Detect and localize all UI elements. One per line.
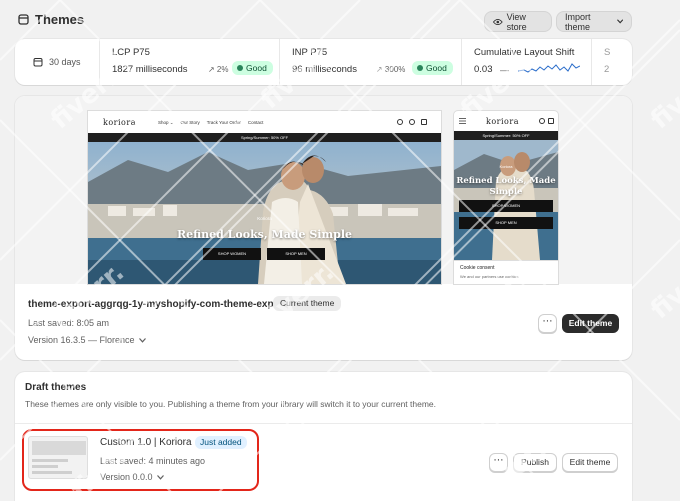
metric-cls: Cumulative Layout Shift 0.03 — [462, 39, 592, 85]
chevron-down-icon [156, 474, 164, 480]
calendar-icon [33, 58, 43, 67]
mobile-logo: koriora [486, 117, 519, 126]
view-store-button[interactable]: View store [484, 11, 552, 32]
just-added-badge: Just added [195, 436, 247, 449]
current-theme-name: theme-export-aggrqg-1y-myshopify-com-the… [28, 299, 274, 310]
page-title: Themes [35, 12, 85, 27]
shop-men-button: SHOP MEN [267, 248, 325, 260]
inp-trend: ↗ 300% [376, 65, 406, 74]
mobile-nav: koriora [454, 111, 558, 131]
watermark-text: fiverr. [645, 57, 680, 135]
mobile-preview: koriora Spring/Summer: 50% OFF Koriora R… [454, 111, 558, 284]
current-theme-saved: Last saved: 8:05 am [28, 318, 110, 328]
search-icon [397, 119, 403, 125]
publish-button[interactable]: Publish [513, 453, 557, 472]
lcp-trend: ↗ 2% [208, 65, 229, 74]
store-nav: koriora Shop ⌄ Our Story Track Your Orde… [88, 111, 441, 133]
chevron-down-icon [138, 337, 146, 343]
nav-link-story: Our Story [180, 120, 200, 125]
hero-image [88, 142, 441, 284]
inp-value: 96 milliseconds [292, 64, 357, 75]
nav-link-contact: Contact [247, 120, 264, 125]
draft-theme-thumbnail[interactable] [28, 436, 88, 479]
mobile-hero-brand: Koriora [499, 164, 513, 169]
draft-version-label: Version 0.0.0 [100, 472, 153, 482]
mobile-cart-icon [548, 118, 554, 124]
hero-buttons: SHOP WOMEN SHOP MEN [203, 248, 325, 260]
shop-women-button: SHOP WOMEN [203, 248, 261, 260]
nav-link-shop: Shop ⌄ [158, 120, 174, 125]
draft-theme-version[interactable]: Version 0.0.0 [100, 472, 164, 482]
inp-label: INP P75 [292, 47, 328, 58]
hero-brand: Koriora [257, 216, 272, 221]
store-logo: koriora [103, 118, 136, 127]
performance-metrics-card: 30 days LCP P75 1827 milliseconds ↗ 2% G… [15, 39, 632, 85]
store-nav-links: Shop ⌄ Our Story Track Your Order Contac… [158, 120, 263, 126]
mobile-hero-heading: Refined Looks, Made Simple [456, 176, 556, 197]
cart-icon [421, 119, 427, 125]
metric-lcp: LCP P75 1827 milliseconds ↗ 2% Good [100, 39, 280, 85]
draft-themes-card: Draft themes These themes are only visib… [15, 372, 632, 501]
lcp-status-badge: Good [232, 61, 273, 75]
draft-theme-name: Custom 1.0 | Koriora [100, 437, 192, 448]
draft-themes-title: Draft themes [25, 382, 87, 393]
import-theme-button[interactable]: Import theme [556, 11, 632, 32]
current-theme-card: koriora Shop ⌄ Our Story Track Your Orde… [15, 96, 632, 360]
cls-value: 0.03 [474, 64, 493, 75]
current-theme-version[interactable]: Version 16.3.5 — Florence [28, 335, 146, 345]
current-theme-more-button[interactable]: ⋯ [538, 314, 557, 333]
mobile-shop-women-button: SHOP WOMEN [459, 200, 553, 212]
theme-preview[interactable]: koriora Shop ⌄ Our Story Track Your Orde… [15, 96, 632, 284]
mobile-shop-men-button: SHOP MEN [459, 217, 553, 229]
cookie-consent: Cookie consent We and our partners use c… [454, 260, 558, 284]
metric-more: S 2 [592, 39, 632, 85]
page-header: Themes View store Import theme [0, 0, 680, 40]
themes-icon [18, 14, 29, 25]
mobile-account-icon [539, 118, 545, 124]
chevron-down-icon [616, 19, 623, 24]
page-title-wrap: Themes [18, 12, 84, 27]
draft-theme-saved: Last saved: 4 minutes ago [100, 456, 206, 466]
store-icons [397, 119, 427, 125]
mobile-hero: Koriora Refined Looks, Made Simple SHOP … [454, 140, 558, 260]
announcement-bar: Spring/Summer: 50% OFF [88, 133, 441, 142]
period-selector[interactable]: 30 days [15, 39, 100, 85]
extra-label: S [604, 47, 611, 58]
nav-link-track: Track Your Order [206, 120, 241, 125]
draft-theme-row: Custom 1.0 | Koriora Just added Last sav… [15, 423, 632, 493]
desktop-preview: koriora Shop ⌄ Our Story Track Your Orde… [88, 111, 441, 284]
cls-dash: — [500, 65, 509, 75]
watermark-text: fiverr. [645, 247, 680, 325]
cls-label: Cumulative Layout Shift [474, 47, 575, 58]
mobile-announcement-bar: Spring/Summer: 50% OFF [454, 131, 558, 140]
inp-status-badge: Good [412, 61, 453, 75]
edit-draft-theme-button[interactable]: Edit theme [562, 453, 618, 472]
cookie-title: Cookie consent [460, 265, 495, 271]
period-label: 30 days [49, 57, 81, 67]
draft-themes-description: These themes are only visible to you. Pu… [25, 399, 437, 409]
account-icon [409, 119, 415, 125]
view-store-label: View store [506, 11, 527, 32]
cookie-text: We and our partners use cookies [460, 274, 519, 279]
metric-inp: INP P75 96 milliseconds ↗ 300% Good [280, 39, 462, 85]
import-theme-label: Import theme [565, 11, 591, 32]
hero-banner: Koriora Refined Looks, Made Simple SHOP … [88, 142, 441, 284]
menu-icon [459, 118, 466, 124]
lcp-label: LCP P75 [112, 47, 150, 58]
hero-heading: Refined Looks, Made Simple [177, 228, 352, 241]
eye-icon [493, 18, 503, 25]
cls-sparkline [518, 63, 580, 73]
current-theme-badge: Current theme [273, 296, 342, 311]
draft-theme-more-button[interactable]: ⋯ [489, 453, 508, 472]
version-label: Version 16.3.5 — Florence [28, 335, 135, 345]
lcp-value: 1827 milliseconds [112, 64, 188, 75]
extra-value: 2 [604, 64, 610, 75]
edit-current-theme-button[interactable]: Edit theme [562, 314, 619, 333]
